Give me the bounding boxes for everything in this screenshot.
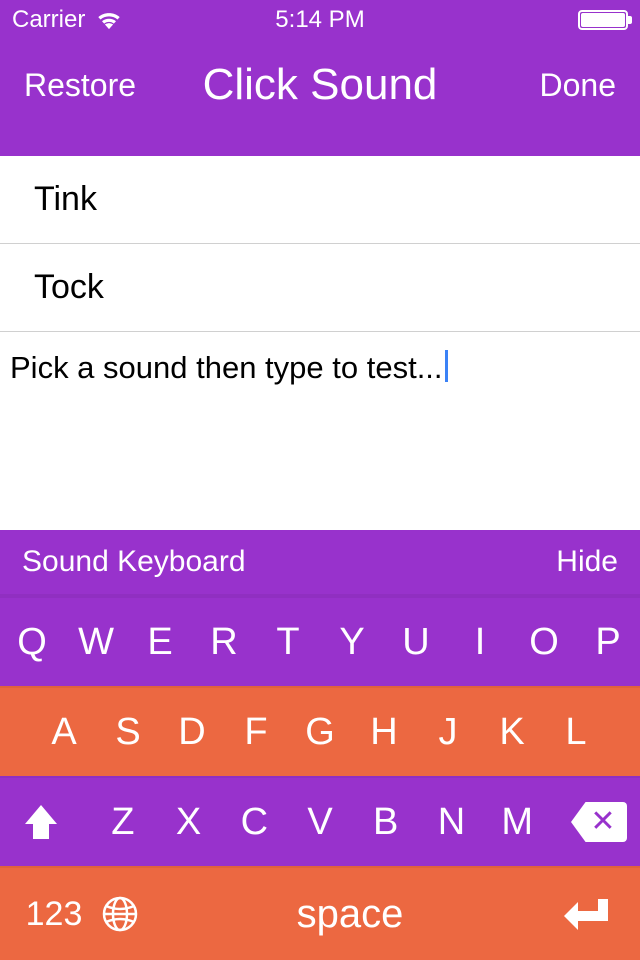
hide-keyboard-button[interactable]: Hide <box>556 545 618 579</box>
key-t[interactable]: T <box>256 621 320 664</box>
key-m[interactable]: M <box>484 801 550 844</box>
key-x[interactable]: X <box>156 801 222 844</box>
key-r[interactable]: R <box>192 621 256 664</box>
key-o[interactable]: O <box>512 621 576 664</box>
backspace-icon: ✕ <box>571 802 627 842</box>
page-title: Click Sound <box>203 60 438 110</box>
sound-list: Tink Tock <box>0 156 640 332</box>
key-f[interactable]: F <box>224 711 288 754</box>
navbar: Restore Click Sound Done <box>0 40 640 130</box>
sound-label: Tock <box>34 268 104 307</box>
carrier-label: Carrier <box>12 6 85 34</box>
key-c[interactable]: C <box>221 801 287 844</box>
status-time: 5:14 PM <box>275 6 364 34</box>
numbers-key[interactable]: 123 <box>0 895 90 934</box>
test-placeholder: Pick a sound then type to test... <box>10 350 443 385</box>
text-caret <box>445 350 448 382</box>
keyboard-row-1: Q W E R T Y U I O P <box>0 596 640 686</box>
key-k[interactable]: K <box>480 711 544 754</box>
keyboard-row-2: A S D F G H J K L <box>0 686 640 776</box>
key-w[interactable]: W <box>64 621 128 664</box>
key-y[interactable]: Y <box>320 621 384 664</box>
key-d[interactable]: D <box>160 711 224 754</box>
keyboard: Sound Keyboard Hide Q W E R T Y U I O P … <box>0 530 640 960</box>
key-e[interactable]: E <box>128 621 192 664</box>
keyboard-accessory: Sound Keyboard Hide <box>0 530 640 596</box>
status-bar: Carrier 5:14 PM <box>0 0 640 40</box>
key-u[interactable]: U <box>384 621 448 664</box>
key-j[interactable]: J <box>416 711 480 754</box>
key-a[interactable]: A <box>32 711 96 754</box>
key-i[interactable]: I <box>448 621 512 664</box>
sound-row-tock[interactable]: Tock <box>0 244 640 332</box>
globe-icon <box>101 895 139 933</box>
key-h[interactable]: H <box>352 711 416 754</box>
key-l[interactable]: L <box>544 711 608 754</box>
keyboard-row-4: 123 space <box>0 866 640 960</box>
keyboard-row-3: Z X C V B N M ✕ <box>0 776 640 866</box>
return-icon <box>562 896 608 932</box>
shift-icon <box>22 802 60 842</box>
key-z[interactable]: Z <box>90 801 156 844</box>
globe-key[interactable] <box>90 895 150 933</box>
key-b[interactable]: B <box>353 801 419 844</box>
space-key[interactable]: space <box>150 892 550 937</box>
sound-row-tink[interactable]: Tink <box>0 156 640 244</box>
done-button[interactable]: Done <box>540 67 617 104</box>
key-p[interactable]: P <box>576 621 640 664</box>
shift-key[interactable] <box>0 802 82 842</box>
key-g[interactable]: G <box>288 711 352 754</box>
restore-button[interactable]: Restore <box>24 67 136 104</box>
key-n[interactable]: N <box>419 801 485 844</box>
test-input[interactable]: Pick a sound then type to test... <box>0 332 640 404</box>
sound-label: Tink <box>34 180 97 219</box>
key-v[interactable]: V <box>287 801 353 844</box>
navbar-spacer <box>0 130 640 156</box>
key-s[interactable]: S <box>96 711 160 754</box>
keyboard-name-label: Sound Keyboard <box>22 545 246 579</box>
battery-icon <box>578 10 628 30</box>
key-q[interactable]: Q <box>0 621 64 664</box>
return-key[interactable] <box>550 896 640 932</box>
backspace-key[interactable]: ✕ <box>558 802 640 842</box>
wifi-icon <box>95 10 123 30</box>
